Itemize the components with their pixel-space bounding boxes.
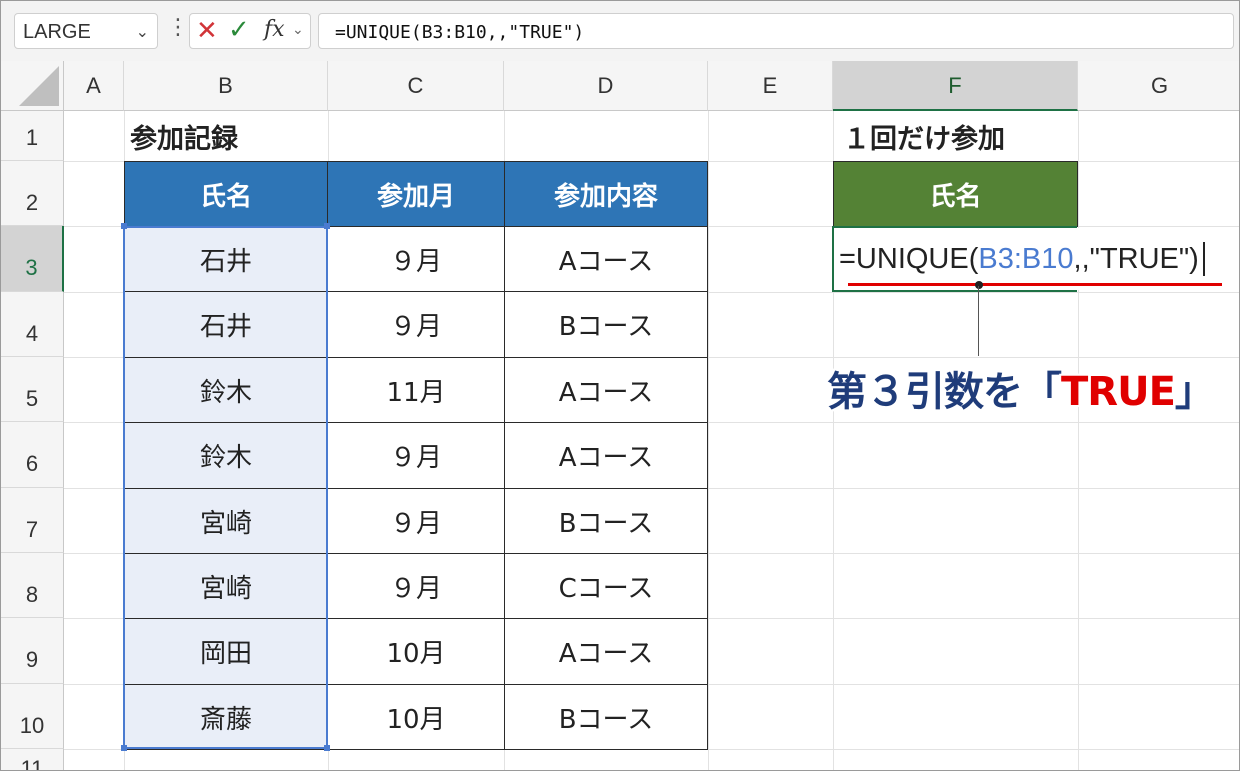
column-header-a[interactable]: A [64, 61, 124, 111]
callout-highlight: TRUE [1061, 369, 1176, 415]
table-cell[interactable]: 10月 [327, 684, 505, 750]
edit-formula-suffix: ,,"TRUE") [1073, 242, 1199, 275]
name-box[interactable]: LARGE ⌄ [14, 13, 158, 49]
insert-function-icon[interactable]: fx [264, 17, 285, 42]
row-header-4[interactable]: 4 [1, 292, 64, 357]
column-header-g[interactable]: G [1078, 61, 1239, 111]
selection-handle[interactable] [324, 745, 330, 751]
select-all-triangle-icon [19, 66, 59, 106]
row-header-2[interactable]: 2 [1, 161, 64, 226]
name-box-value: LARGE [23, 21, 91, 43]
selection-handle[interactable] [121, 745, 127, 751]
table-cell[interactable]: Bコース [504, 684, 708, 750]
f-header-name[interactable]: 氏名 [833, 161, 1078, 227]
table-cell[interactable]: ９月 [327, 553, 505, 619]
more-options-icon[interactable]: ⋮ [167, 17, 189, 39]
column-header-b[interactable]: B [124, 61, 328, 111]
text-caret [1202, 242, 1205, 276]
gridline [1078, 111, 1079, 770]
spreadsheet-window: LARGE ⌄ ⋮ ✕ ✓ fx ⌄ =UNIQUE(B3:B10,,"TRUE… [0, 0, 1240, 771]
column-header-f[interactable]: F [833, 61, 1078, 111]
annotation-dot [975, 281, 983, 289]
row-header-9[interactable]: 9 [1, 618, 64, 684]
formula-buttons: ✕ ✓ fx ⌄ [189, 13, 311, 49]
table-cell[interactable]: 鈴木 [124, 422, 328, 489]
table-cell[interactable]: ９月 [327, 488, 505, 554]
table-cell[interactable]: 宮崎 [124, 488, 328, 554]
row-header-11[interactable]: 11 [1, 749, 64, 770]
annotation-callout: 第３引数を「TRUE」 [827, 359, 1215, 417]
row-header-10[interactable]: 10 [1, 684, 64, 749]
table-cell[interactable]: ９月 [327, 422, 505, 489]
table-cell[interactable]: 石井 [124, 291, 328, 358]
formula-text: =UNIQUE(B3:B10,,"TRUE") [335, 22, 585, 43]
table-cell[interactable]: Cコース [504, 553, 708, 619]
formula-input[interactable]: =UNIQUE(B3:B10,,"TRUE") [318, 13, 1234, 49]
table-header-name[interactable]: 氏名 [124, 161, 328, 227]
chevron-down-icon[interactable]: ⌄ [136, 22, 149, 41]
edit-formula-prefix: =UNIQUE( [839, 242, 979, 275]
table-cell[interactable]: Bコース [504, 291, 708, 358]
table-cell[interactable]: 石井 [124, 226, 328, 292]
row-header-5[interactable]: 5 [1, 357, 64, 422]
formula-bar: LARGE ⌄ ⋮ ✕ ✓ fx ⌄ =UNIQUE(B3:B10,,"TRUE… [1, 1, 1239, 62]
table-cell[interactable]: Aコース [504, 422, 708, 489]
table-cell[interactable]: Aコース [504, 357, 708, 423]
table-header-content[interactable]: 参加内容 [504, 161, 708, 227]
table-cell[interactable]: 宮崎 [124, 553, 328, 619]
column-header-e[interactable]: E [708, 61, 833, 111]
callout-prefix: 第３引数を「 [827, 369, 1062, 415]
table-cell[interactable]: ９月 [327, 291, 505, 358]
table-cell[interactable]: 鈴木 [124, 357, 328, 423]
cell-edit-box[interactable]: =UNIQUE(B3:B10 ,,"TRUE") [834, 228, 1239, 290]
table-cell[interactable]: 11月 [327, 357, 505, 423]
row-header-1[interactable]: 1 [1, 111, 64, 161]
select-all-button[interactable] [1, 61, 64, 111]
callout-suffix: 」 [1174, 369, 1215, 415]
table-header-month[interactable]: 参加月 [327, 161, 505, 227]
chevron-down-icon[interactable]: ⌄ [292, 22, 304, 38]
column-header-c[interactable]: C [328, 61, 504, 111]
sheet-title[interactable]: 参加記録 [124, 111, 328, 161]
annotation-leader-line [978, 286, 979, 356]
table-cell[interactable]: 岡田 [124, 618, 328, 685]
table-cell[interactable]: 10月 [327, 618, 505, 685]
table-cell[interactable]: Bコース [504, 488, 708, 554]
edit-formula-ref: B3:B10 [978, 242, 1074, 275]
selection-handle[interactable] [121, 223, 127, 229]
cancel-icon[interactable]: ✕ [196, 17, 218, 45]
table-cell[interactable]: ９月 [327, 226, 505, 292]
gridline [708, 111, 709, 770]
enter-check-icon[interactable]: ✓ [228, 16, 250, 44]
row-header-7[interactable]: 7 [1, 488, 64, 553]
row-header-8[interactable]: 8 [1, 553, 64, 618]
table-cell[interactable]: Aコース [504, 226, 708, 292]
column-header-d[interactable]: D [504, 61, 708, 111]
table-cell[interactable]: 斎藤 [124, 684, 328, 750]
selection-handle[interactable] [324, 223, 330, 229]
annotation-underline [848, 283, 1222, 286]
table-cell[interactable]: Aコース [504, 618, 708, 685]
row-header-6[interactable]: 6 [1, 422, 64, 488]
row-header-3[interactable]: 3 [1, 226, 64, 292]
f-title[interactable]: １回だけ参加 [833, 111, 1078, 161]
